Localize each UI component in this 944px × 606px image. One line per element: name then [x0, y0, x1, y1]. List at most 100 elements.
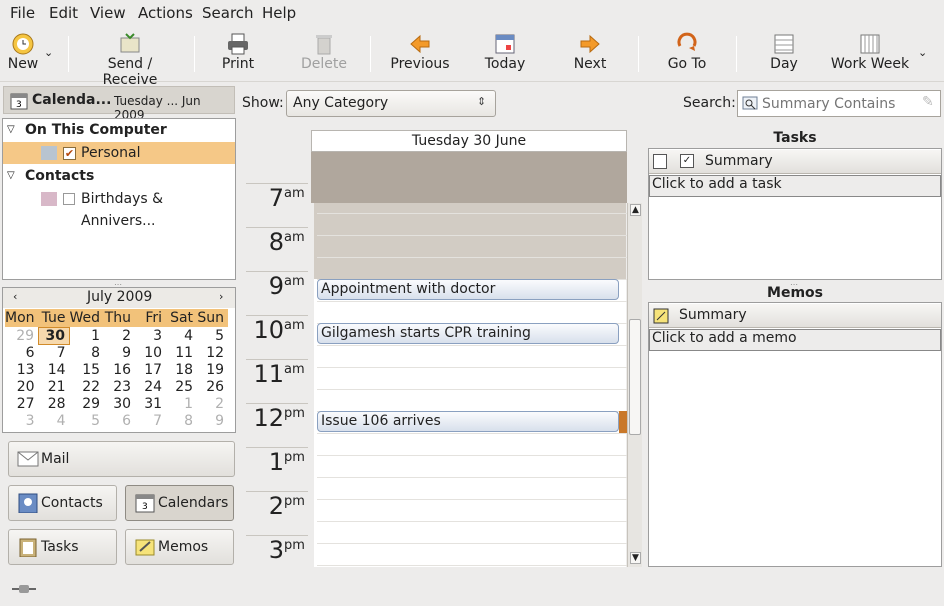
day-cell[interactable]: 6	[5, 344, 39, 361]
time-slot[interactable]	[317, 565, 627, 587]
scroll-thumb[interactable]	[629, 319, 641, 435]
menu-file[interactable]: File	[10, 4, 35, 22]
day-cell[interactable]: 3	[135, 327, 166, 344]
source-personal[interactable]: ✔ Personal	[3, 142, 235, 164]
day-cell[interactable]: 16	[104, 361, 135, 378]
day-cell[interactable]: 23	[104, 378, 135, 395]
day-cell[interactable]: 29	[5, 327, 39, 344]
expander-down-icon[interactable]: ▽	[7, 165, 15, 187]
day-cell[interactable]: 11	[166, 344, 197, 361]
day-cell[interactable]: 21	[39, 378, 70, 395]
menu-search[interactable]: Search	[202, 4, 254, 22]
day-cell[interactable]: 29	[70, 395, 105, 412]
day-cell[interactable]: 30	[38, 326, 71, 345]
day-cell[interactable]: 4	[166, 327, 197, 344]
time-slot[interactable]	[317, 213, 627, 235]
day-cell[interactable]: 3	[5, 412, 39, 429]
switcher-mail-button[interactable]: Mail	[8, 441, 235, 477]
day-cell[interactable]: 6	[104, 412, 135, 429]
time-slot[interactable]	[317, 455, 627, 477]
new-button[interactable]: New	[4, 30, 42, 78]
day-cell[interactable]: 4	[39, 412, 70, 429]
day-cell[interactable]: 10	[135, 344, 166, 361]
day-cell[interactable]: 28	[39, 395, 70, 412]
time-slot[interactable]	[317, 499, 627, 521]
group-on-this-computer[interactable]: ▽ On This Computer	[3, 119, 235, 141]
new-dropdown-chevron-icon[interactable]: ⌄	[44, 46, 53, 59]
day-cell[interactable]: 20	[5, 378, 39, 395]
day-cell[interactable]: 1	[166, 395, 197, 412]
delete-button[interactable]: Delete	[296, 30, 352, 78]
day-cell[interactable]: 30	[104, 395, 135, 412]
day-cell[interactable]: 7	[135, 412, 166, 429]
category-select[interactable]: Any Category ⇕	[286, 90, 496, 117]
day-view-button[interactable]: Day	[762, 30, 806, 78]
day-cell[interactable]: 1	[70, 327, 105, 344]
work-week-button[interactable]: Work Week	[830, 30, 910, 78]
time-slot[interactable]	[317, 477, 627, 499]
switcher-calendars-button[interactable]: 3 Calendars	[125, 485, 234, 521]
day-cell[interactable]: 8	[70, 344, 105, 361]
day-cell[interactable]: 2	[104, 327, 135, 344]
source-birthdays[interactable]: Birthdays & Annivers...	[3, 188, 235, 229]
time-slot[interactable]	[317, 543, 627, 565]
time-slot[interactable]	[317, 367, 627, 389]
day-cell[interactable]: 2	[197, 395, 228, 412]
day-cell[interactable]: 7	[39, 344, 70, 361]
day-cell[interactable]: 13	[5, 361, 39, 378]
day-cell[interactable]: 8	[166, 412, 197, 429]
calendar-event[interactable]: Issue 106 arrives	[317, 411, 619, 432]
all-day-events-area[interactable]	[311, 152, 627, 203]
print-button[interactable]: Print	[212, 30, 264, 78]
switcher-memos-button[interactable]: Memos	[125, 529, 234, 565]
day-cell[interactable]: 27	[5, 395, 39, 412]
day-cell[interactable]: 5	[70, 412, 105, 429]
memos-summary-column[interactable]: Summary	[679, 307, 747, 323]
day-cell[interactable]: 25	[166, 378, 197, 395]
day-cell[interactable]: 12	[197, 344, 228, 361]
task-type-icon[interactable]	[653, 154, 667, 169]
menu-actions[interactable]: Actions	[138, 4, 193, 22]
day-cell[interactable]: 26	[197, 378, 228, 395]
birthdays-checkbox[interactable]	[63, 193, 75, 205]
expander-down-icon[interactable]: ▽	[7, 119, 15, 141]
calendar-event[interactable]: Gilgamesh starts CPR training	[317, 323, 619, 344]
time-slot[interactable]	[317, 235, 627, 257]
switcher-tasks-button[interactable]: Tasks	[8, 529, 117, 565]
toolbar-overflow-chevron-icon[interactable]: ⌄	[918, 46, 927, 59]
time-slot[interactable]	[317, 389, 627, 411]
time-slot[interactable]	[317, 257, 627, 279]
tasks-summary-column[interactable]: Summary	[705, 153, 773, 169]
calendar-event[interactable]: Appointment with doctor	[317, 279, 619, 300]
time-slot[interactable]	[317, 433, 627, 455]
time-slot[interactable]	[317, 301, 627, 323]
add-task-row[interactable]: Click to add a task	[649, 175, 941, 197]
day-cell[interactable]: 14	[39, 361, 70, 378]
day-cell[interactable]: 31	[135, 395, 166, 412]
menu-edit[interactable]: Edit	[49, 4, 78, 22]
day-cell[interactable]: 15	[70, 361, 105, 378]
personal-checkbox[interactable]: ✔	[63, 147, 76, 160]
next-month-button[interactable]: ›	[219, 290, 223, 303]
send-receive-button[interactable]: Send / Receive	[80, 30, 180, 88]
time-slot[interactable]	[317, 345, 627, 367]
day-cell[interactable]: 24	[135, 378, 166, 395]
scroll-down-icon[interactable]: ▼	[630, 552, 641, 564]
day-cell[interactable]: 9	[197, 412, 228, 429]
search-input[interactable]	[762, 94, 912, 113]
day-view-scrollbar[interactable]: ▲ ▼	[627, 203, 642, 567]
day-cell[interactable]: 9	[104, 344, 135, 361]
next-button[interactable]: Next	[566, 30, 614, 78]
switcher-contacts-button[interactable]: Contacts	[8, 485, 117, 521]
menu-view[interactable]: View	[90, 4, 126, 22]
day-cell[interactable]: 17	[135, 361, 166, 378]
group-contacts[interactable]: ▽ Contacts	[3, 165, 235, 187]
day-cell[interactable]: 22	[70, 378, 105, 395]
previous-button[interactable]: Previous	[386, 30, 454, 78]
prev-month-button[interactable]: ‹	[13, 290, 17, 303]
task-complete-column-icon[interactable]: ✓	[680, 154, 694, 168]
memo-column-icon[interactable]	[653, 308, 669, 324]
menu-help[interactable]: Help	[262, 4, 296, 22]
day-cell[interactable]: 18	[166, 361, 197, 378]
day-cell[interactable]: 19	[197, 361, 228, 378]
